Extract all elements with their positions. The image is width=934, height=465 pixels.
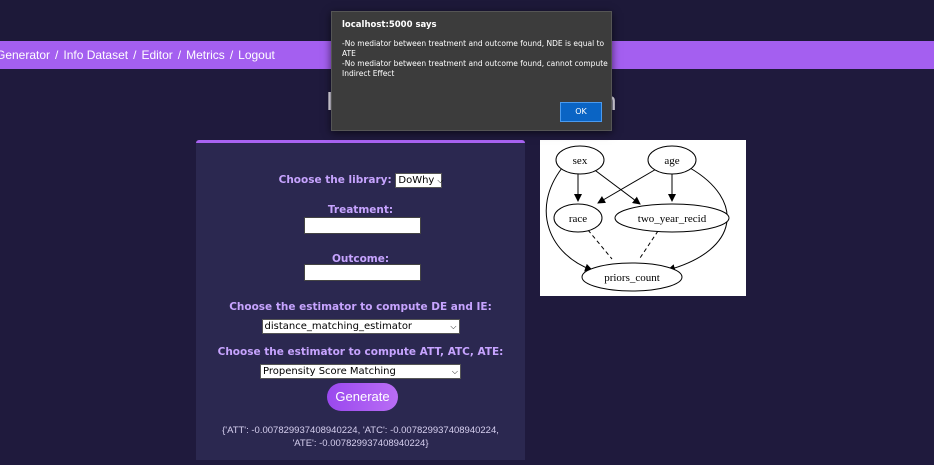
nav-link-editor[interactable]: Editor — [141, 48, 172, 62]
result-text: {'ATT': -0.007829937408940224, 'ATC': -0… — [216, 424, 505, 450]
causal-graph: sex age race two_year_recid priors_count — [540, 140, 746, 296]
alert-message-line-2: -No mediator between treatment and outco… — [342, 59, 608, 78]
att-select-value: Propensity Score Matching — [263, 366, 396, 377]
causal-graph-svg: sex age race two_year_recid priors_count — [545, 145, 730, 292]
nav-link-info-dataset[interactable]: Info Dataset — [63, 48, 128, 62]
edge-age-race — [597, 167, 659, 204]
generate-button[interactable]: Generate — [327, 383, 398, 411]
treatment-label: Treatment: — [327, 204, 394, 216]
node-race-label: race — [569, 213, 587, 225]
de-ie-select-row: distance_matching_estimator ⌵ — [196, 314, 525, 334]
library-row: Choose the library: DoWhy ⌵ — [196, 173, 525, 188]
nav-separator: / — [133, 48, 137, 62]
de-ie-select-value: distance_matching_estimator — [264, 321, 413, 332]
nav-link-logout[interactable]: Logout — [238, 48, 275, 62]
node-two-year-recid-label: two_year_recid — [638, 213, 707, 225]
library-label: Choose the library: — [278, 174, 392, 186]
chevron-down-icon: ⌵ — [437, 175, 444, 185]
form-panel: Choose the library: DoWhy ⌵ Treatment: O… — [196, 140, 525, 460]
treatment-input[interactable] — [304, 217, 421, 234]
library-select[interactable]: DoWhy ⌵ — [395, 173, 444, 188]
alert-title: localhost:5000 says — [342, 20, 437, 30]
result-line-1: {'ATT': -0.007829937408940224, 'ATC': -0… — [222, 425, 499, 436]
att-select-row: Propensity Score Matching ⌵ — [196, 359, 525, 379]
outcome-input[interactable] — [304, 264, 421, 281]
nav-link-metrics[interactable]: Metrics — [186, 48, 225, 62]
nav-link-generator[interactable]: Generator — [0, 48, 50, 62]
edge-recid-priors — [639, 230, 659, 259]
result-line-2: 'ATE': -0.007829937408940224} — [292, 438, 429, 449]
nav-separator: / — [177, 48, 182, 62]
alert-dialog: localhost:5000 says -No mediator between… — [331, 11, 612, 131]
node-priors-count-label: priors_count — [604, 272, 660, 284]
att-estimator-label: Choose the estimator to compute ATT, ATC… — [217, 346, 504, 358]
alert-message: -No mediator between treatment and outco… — [342, 39, 608, 79]
ok-button[interactable]: OK — [560, 102, 602, 122]
node-age-label: age — [664, 155, 679, 167]
chevron-down-icon: ⌵ — [450, 321, 457, 331]
edge-race-priors — [587, 229, 613, 260]
nav-separator: / — [55, 48, 59, 62]
node-sex-label: sex — [573, 155, 588, 167]
de-ie-estimator-label: Choose the estimator to compute DE and I… — [229, 301, 492, 313]
library-select-value: DoWhy — [398, 175, 435, 186]
alert-message-line-1: -No mediator between treatment and outco… — [342, 39, 605, 58]
de-ie-estimator-select[interactable]: distance_matching_estimator ⌵ — [261, 319, 460, 334]
nav-separator: / — [229, 48, 234, 62]
edge-sex-recid — [591, 167, 641, 205]
chevron-down-icon: ⌵ — [451, 366, 458, 376]
att-estimator-select[interactable]: Propensity Score Matching ⌵ — [260, 364, 461, 379]
